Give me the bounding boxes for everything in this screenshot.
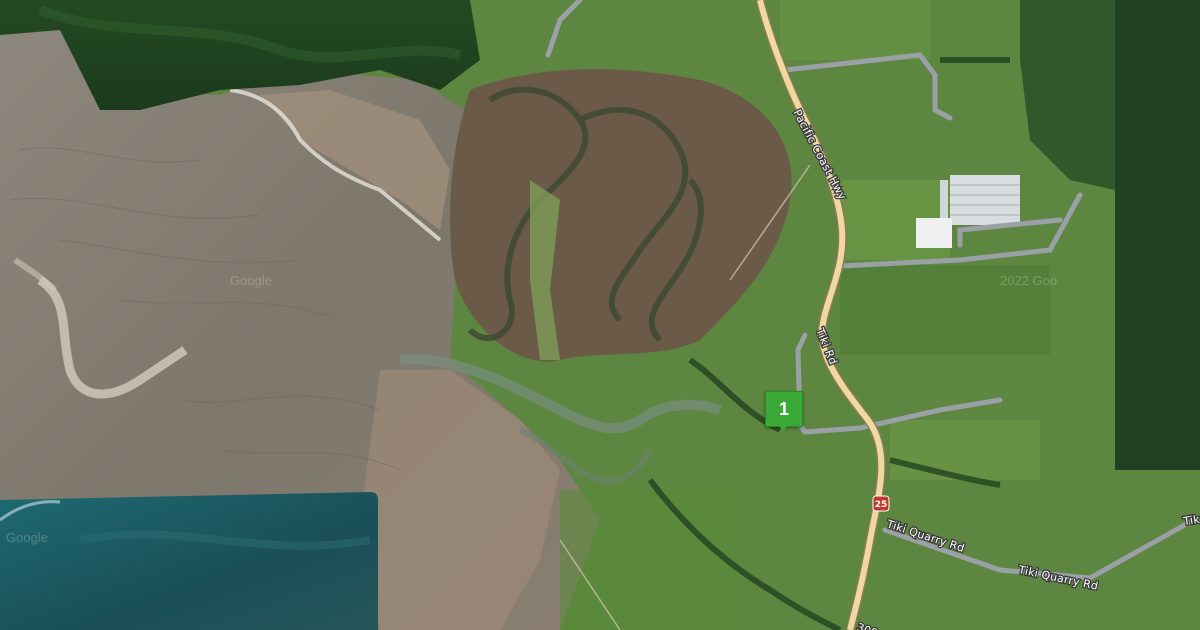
route-shield: 25 <box>872 495 890 512</box>
greenhouse <box>950 175 1020 225</box>
marker-number: 1 <box>778 398 789 419</box>
shed <box>916 218 952 248</box>
google-watermark: Google <box>230 273 272 288</box>
year-watermark: 2022 Goo <box>1000 273 1057 288</box>
google-watermark-2: Google <box>6 530 48 545</box>
road-label-edge-east: Tik <box>1182 513 1200 528</box>
route-shield-number: 25 <box>875 500 888 510</box>
map-marker-pin[interactable]: 1 <box>765 391 803 435</box>
marker-box[interactable]: 1 <box>765 391 803 427</box>
satellite-map[interactable]: Google 2022 Goo Google Pacific Coast Hwy… <box>0 0 1200 630</box>
map-imagery: Google 2022 Goo Google Pacific Coast Hwy… <box>0 0 1200 630</box>
sea <box>0 492 378 630</box>
marker-tip <box>778 424 788 432</box>
